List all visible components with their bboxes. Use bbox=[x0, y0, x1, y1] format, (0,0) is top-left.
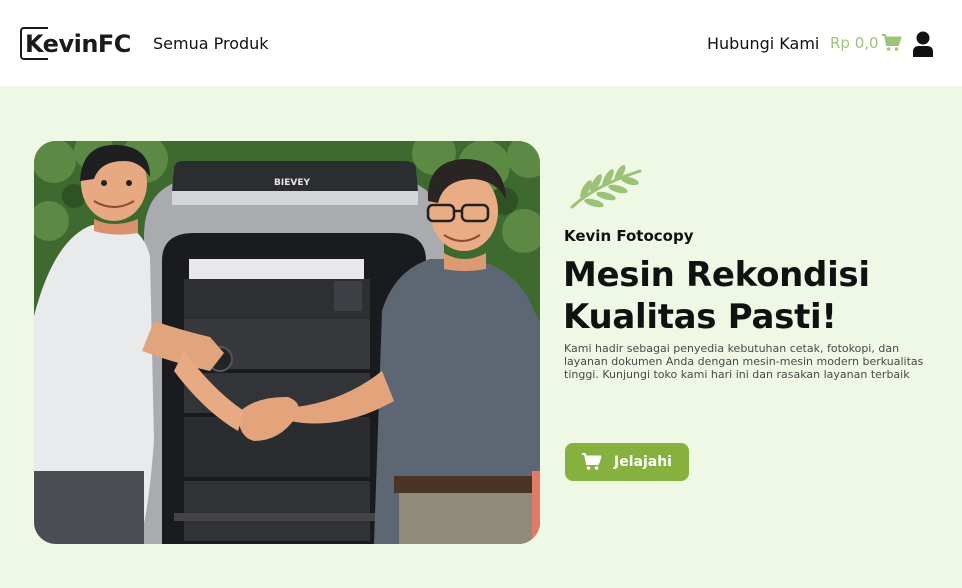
explore-button[interactable]: Jelajahi bbox=[565, 443, 689, 481]
hero-section: BIEVEY Kevin Fotocopy Mesin Rekondisi Ku… bbox=[0, 86, 962, 588]
logo[interactable]: KevinFC bbox=[20, 27, 131, 60]
cart-button[interactable]: Rp 0,0 bbox=[830, 34, 902, 52]
nav-contact-us[interactable]: Hubungi Kami bbox=[707, 34, 819, 53]
user-icon[interactable] bbox=[912, 31, 934, 62]
cart-icon bbox=[582, 453, 602, 470]
hero-image: BIEVEY bbox=[34, 141, 540, 544]
explore-button-label: Jelajahi bbox=[614, 454, 672, 470]
hero-description: Kami hadir sebagai penyedia kebutuhan ce… bbox=[564, 342, 924, 381]
navbar: KevinFC Semua Produk Hubungi Kami Rp 0,0 bbox=[0, 0, 962, 86]
cart-icon bbox=[881, 34, 902, 51]
hero-title: Mesin Rekondisi Kualitas Pasti! bbox=[563, 255, 870, 337]
nav-all-products[interactable]: Semua Produk bbox=[153, 34, 269, 53]
hero-subtitle: Kevin Fotocopy bbox=[564, 227, 694, 245]
machine-brand-label: BIEVEY bbox=[274, 178, 310, 188]
cart-total: Rp 0,0 bbox=[830, 34, 879, 52]
logo-text: KevinFC bbox=[25, 29, 131, 58]
leaf-icon bbox=[566, 161, 646, 218]
